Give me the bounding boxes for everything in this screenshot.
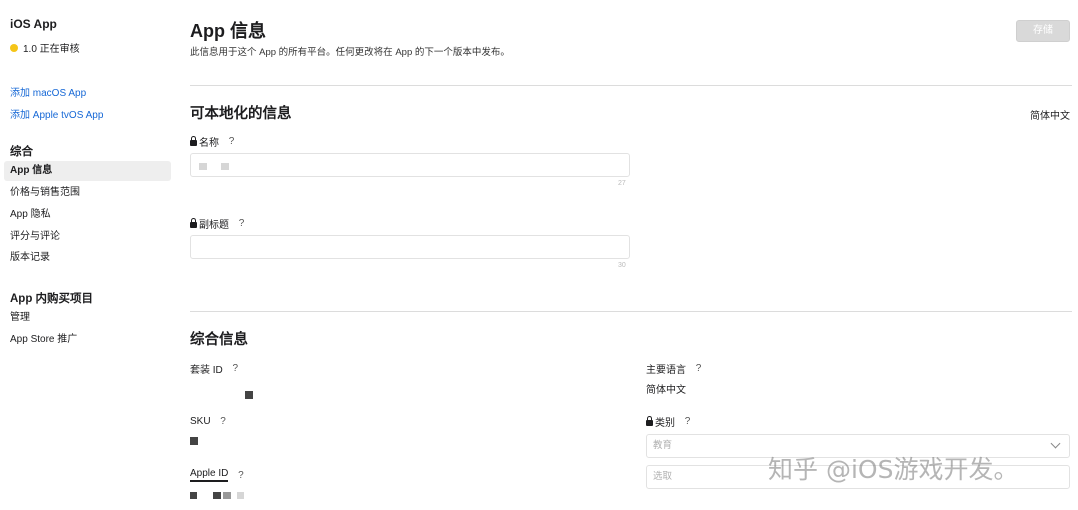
apple-id-label-row: Apple ID ?	[190, 468, 247, 482]
sidebar-item-privacy[interactable]: App 隐私	[4, 205, 171, 225]
primary-language-label: 主要语言	[646, 365, 686, 376]
lock-icon	[646, 416, 653, 426]
version-status[interactable]: 1.0 正在审核	[10, 40, 80, 55]
watermark: 知乎 @iOS游戏开发。	[768, 455, 1019, 484]
name-help-icon[interactable]: ?	[225, 135, 238, 148]
sidebar-item-app-store-promo[interactable]: App Store 推广	[4, 330, 171, 350]
name-label-row: 名称 ?	[190, 134, 238, 149]
redacted-bundle-id	[245, 391, 253, 399]
primary-language-value[interactable]: 简体中文	[646, 381, 686, 396]
bundle-id-label: 套装 ID	[190, 365, 223, 376]
redacted-apple-id	[190, 492, 197, 499]
add-tvos-app-link[interactable]: 添加 Apple tvOS App	[10, 106, 103, 121]
language-selector[interactable]: 简体中文	[1030, 107, 1070, 122]
sku-label-row: SKU ?	[190, 415, 230, 428]
page-title: App 信息	[190, 21, 266, 41]
divider	[190, 85, 1072, 86]
primary-language-help-icon[interactable]: ?	[692, 362, 705, 375]
bundle-id-help-icon[interactable]: ?	[229, 362, 242, 375]
redacted-apple-id	[223, 492, 231, 499]
divider	[190, 311, 1072, 312]
sidebar-item-manage[interactable]: 管理	[4, 308, 171, 328]
redacted-text	[199, 163, 207, 170]
sidebar-section-iap: App 内购买项目	[10, 293, 94, 305]
sku-help-icon[interactable]: ?	[217, 415, 230, 428]
save-button[interactable]: 存储	[1016, 20, 1070, 42]
redacted-apple-id	[237, 492, 244, 499]
redacted-apple-id	[213, 492, 221, 499]
general-section-title: 综合信息	[190, 332, 248, 348]
subtitle-input[interactable]	[190, 235, 630, 259]
redacted-sku	[190, 437, 198, 445]
sidebar-item-pricing[interactable]: 价格与销售范围	[4, 183, 171, 203]
subtitle-char-counter: 30	[618, 262, 626, 269]
sku-label: SKU	[190, 416, 211, 427]
primary-category-value: 教育	[653, 440, 673, 451]
apple-id-help-icon[interactable]: ?	[234, 469, 247, 482]
sidebar-item-version-history[interactable]: 版本记录	[4, 248, 171, 268]
lock-icon	[190, 218, 197, 228]
bundle-id-label-row: 套装 ID ?	[190, 361, 242, 376]
lock-icon	[190, 136, 197, 146]
page-subtitle: 此信息用于这个 App 的所有平台。任何更改将在 App 的下一个版本中发布。	[190, 47, 510, 58]
status-dot-icon	[10, 43, 18, 52]
main-content: App 信息 此信息用于这个 App 的所有平台。任何更改将在 App 的下一个…	[190, 0, 1072, 510]
version-label: 1.0 正在审核	[23, 44, 80, 55]
category-label: 类别	[655, 418, 675, 429]
name-label: 名称	[199, 138, 219, 149]
apple-id-label: Apple ID	[190, 468, 229, 482]
category-help-icon[interactable]: ?	[681, 415, 694, 428]
secondary-category-value: 选取	[653, 471, 673, 482]
sidebar-item-app-info[interactable]: App 信息	[4, 161, 171, 181]
sidebar-item-ratings[interactable]: 评分与评论	[4, 227, 171, 247]
name-input[interactable]	[190, 153, 630, 177]
subtitle-label-row: 副标题 ?	[190, 216, 248, 231]
sidebar: iOS App 1.0 正在审核 添加 macOS App 添加 Apple t…	[0, 0, 175, 510]
name-char-counter: 27	[618, 180, 626, 187]
category-label-row: 类别 ?	[646, 414, 694, 429]
redacted-text	[221, 163, 229, 170]
primary-language-label-row: 主要语言 ?	[646, 361, 705, 376]
app-title: iOS App	[10, 17, 57, 31]
add-macos-app-link[interactable]: 添加 macOS App	[10, 84, 86, 99]
chevron-down-icon	[1050, 438, 1061, 449]
sidebar-section-general: 综合	[10, 146, 33, 158]
subtitle-help-icon[interactable]: ?	[235, 217, 248, 230]
subtitle-label: 副标题	[199, 220, 229, 231]
localizable-section-title: 可本地化的信息	[190, 106, 292, 122]
